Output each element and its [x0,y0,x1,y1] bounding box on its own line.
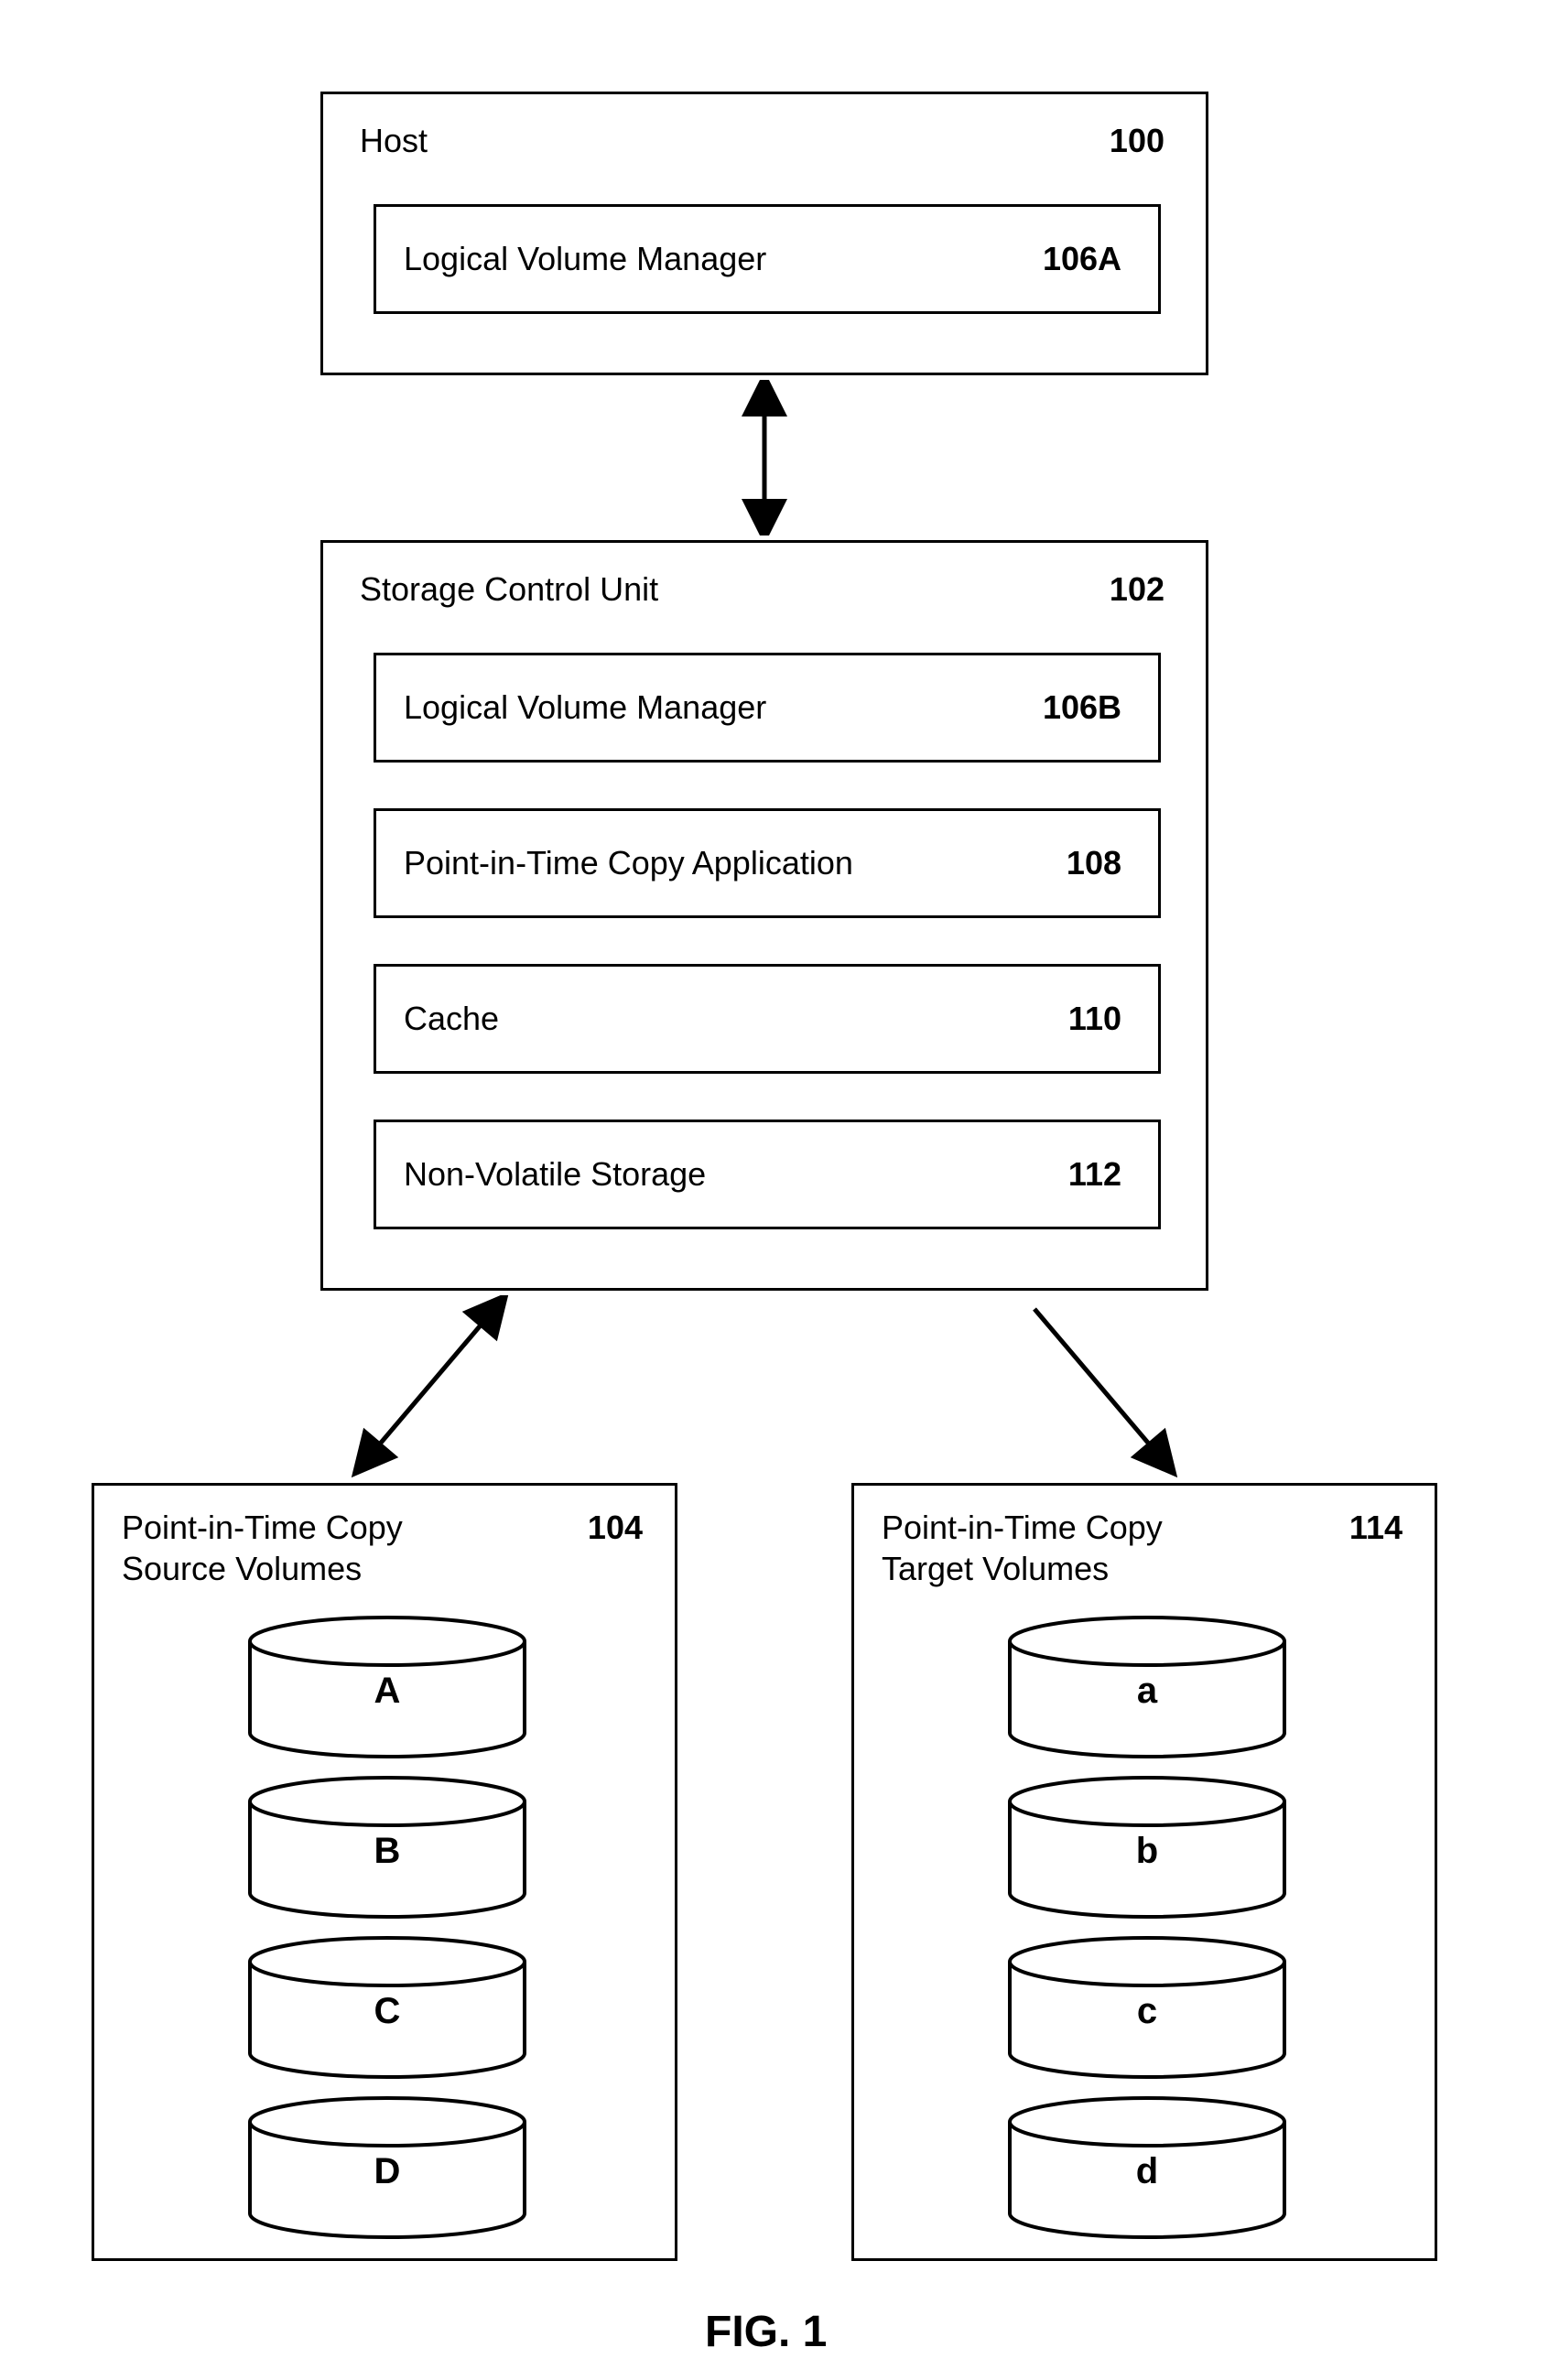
scu-pitc-box: Point-in-Time Copy Application 108 [374,808,1161,918]
scu-cache-box: Cache 110 [374,964,1161,1074]
cyl-source-c: C [241,1934,534,2081]
arrow-scu-target [1007,1295,1190,1478]
figure-label: FIG. 1 [705,2307,827,2357]
cyl-target-a: a [1001,1614,1294,1760]
source-ref: 104 [588,1509,643,1547]
cyl-label: b [1001,1831,1294,1872]
cyl-label: D [241,2151,534,2192]
figure-1: Host 100 Logical Volume Manager 106A Sto… [0,0,1549,2380]
scu-lvm-title: Logical Volume Manager [404,688,766,727]
cyl-label: c [1001,1991,1294,2032]
host-lvm-ref: 106A [1043,240,1121,278]
cyl-target-c: c [1001,1934,1294,2081]
scu-pitc-ref: 108 [1067,844,1121,882]
target-ref: 114 [1349,1509,1403,1547]
host-box: Host 100 Logical Volume Manager 106A [320,92,1208,375]
source-title-l1: Point-in-Time Copy [122,1509,403,1547]
scu-pitc-title: Point-in-Time Copy Application [404,844,853,882]
host-title: Host [360,122,428,160]
cyl-label: a [1001,1671,1294,1712]
target-title-l1: Point-in-Time Copy [882,1509,1163,1547]
scu-nvs-ref: 112 [1068,1155,1121,1194]
cyl-label: A [241,1671,534,1712]
scu-box: Storage Control Unit 102 Logical Volume … [320,540,1208,1291]
scu-nvs-box: Non-Volatile Storage 112 [374,1120,1161,1229]
host-ref: 100 [1110,122,1164,160]
scu-cache-title: Cache [404,1000,499,1038]
cyl-label: d [1001,2151,1294,2192]
target-title-l2: Target Volumes [882,1550,1109,1588]
arrow-scu-source [339,1295,522,1478]
cyl-source-a: A [241,1614,534,1760]
cyl-label: B [241,1831,534,1872]
scu-ref: 102 [1110,570,1164,609]
source-title-l2: Source Volumes [122,1550,362,1588]
host-lvm-box: Logical Volume Manager 106A [374,204,1161,314]
target-box: Point-in-Time Copy Target Volumes 114 a … [851,1483,1437,2261]
scu-lvm-box: Logical Volume Manager 106B [374,653,1161,763]
source-box: Point-in-Time Copy Source Volumes 104 A … [92,1483,677,2261]
scu-title: Storage Control Unit [360,570,658,609]
arrow-host-scu [742,380,787,536]
cyl-source-b: B [241,1774,534,1920]
cyl-source-d: D [241,2094,534,2241]
cyl-label: C [241,1991,534,2032]
scu-nvs-title: Non-Volatile Storage [404,1155,706,1194]
scu-lvm-ref: 106B [1043,688,1121,727]
host-lvm-title: Logical Volume Manager [404,240,766,278]
scu-cache-ref: 110 [1068,1000,1121,1038]
cyl-target-d: d [1001,2094,1294,2241]
cyl-target-b: b [1001,1774,1294,1920]
